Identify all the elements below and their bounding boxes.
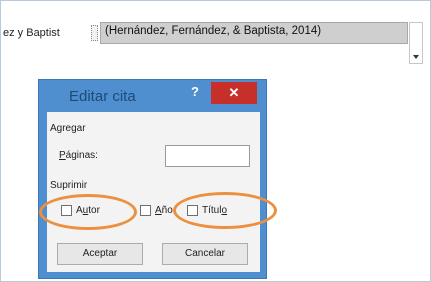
screenshot-frame: ez y Baptist (Hernández, Fernández, & Ba… (0, 0, 431, 282)
edit-citation-dialog: Editar cita ? ✕ Agregar Páginas: Suprimi… (38, 79, 267, 279)
pages-label: Páginas: (59, 150, 98, 161)
author-highlight-oval (39, 194, 137, 230)
year-checkbox[interactable] (140, 205, 151, 216)
citation-options-dropdown[interactable] (409, 22, 423, 64)
citation-text[interactable]: (Hernández, Fernández, & Baptista, 2014) (105, 25, 321, 37)
close-icon: ✕ (228, 85, 240, 100)
add-section-label: Agregar (50, 123, 86, 134)
help-button[interactable]: ? (191, 84, 199, 99)
suppress-section-label: Suprimir (50, 180, 88, 191)
year-label[interactable]: Año (155, 205, 173, 216)
dialog-title: Editar cita (69, 88, 136, 105)
close-button[interactable]: ✕ (211, 82, 257, 104)
accept-button[interactable]: Aceptar (57, 243, 143, 265)
cancel-button[interactable]: Cancelar (162, 243, 248, 265)
document-text-fragment: ez y Baptist (3, 27, 60, 39)
chevron-down-icon (413, 55, 419, 59)
pages-input[interactable] (165, 145, 250, 167)
title-highlight-oval (173, 192, 277, 229)
citation-drag-handle[interactable] (91, 25, 98, 41)
